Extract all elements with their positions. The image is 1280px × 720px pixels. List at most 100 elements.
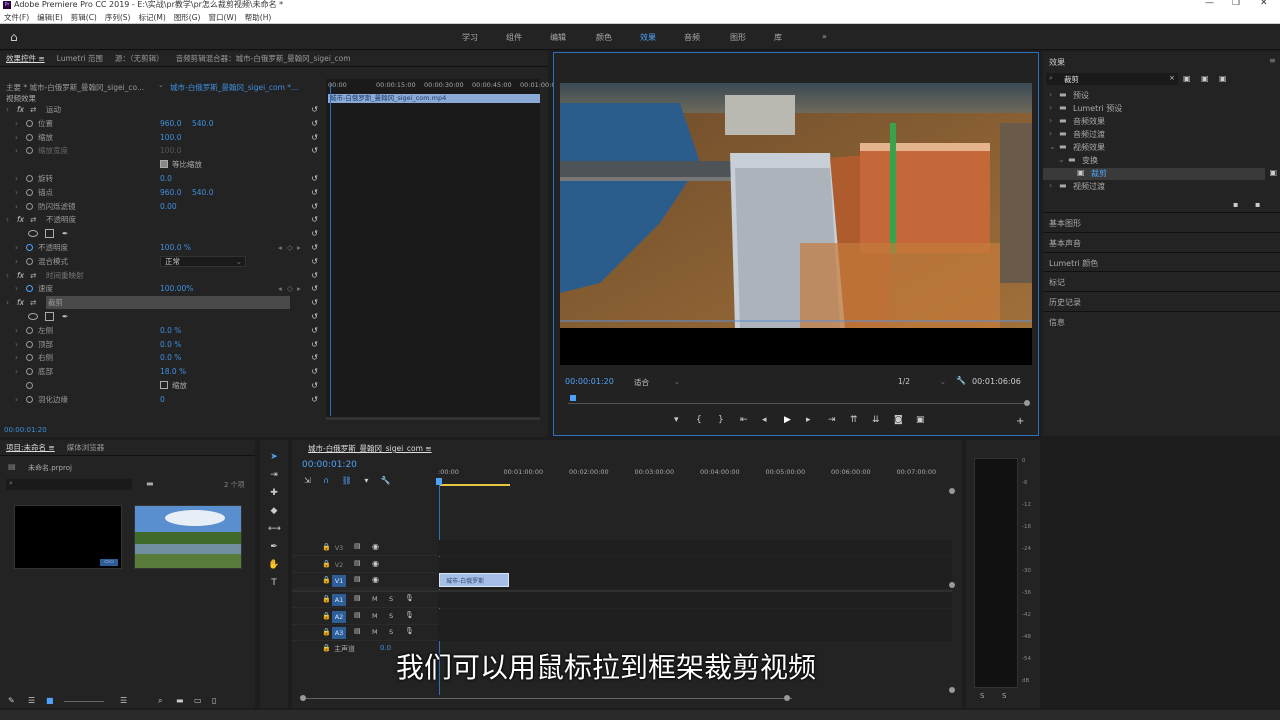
workspace-tab[interactable]: 组件 (506, 32, 522, 43)
yuv-effects-icon[interactable]: ▣ (1219, 74, 1227, 83)
property-value[interactable]: 960.0 (160, 186, 181, 199)
stopwatch-icon[interactable] (26, 354, 33, 362)
stopwatch-icon[interactable] (26, 326, 33, 334)
timeline-hscroll-right[interactable] (784, 695, 790, 701)
expand-icon[interactable]: ⌄ (1049, 142, 1056, 151)
expand-icon[interactable]: › (15, 393, 18, 406)
new-bin-icon[interactable]: ▬ (176, 696, 184, 705)
collapsed-panel[interactable]: 信息 (1043, 311, 1280, 330)
fx-badge-icon[interactable]: fx (17, 213, 24, 226)
effect-property-row[interactable]: ✒ ↺ (0, 310, 322, 323)
workspace-tab[interactable]: 图形 (730, 32, 746, 43)
sync-lock-icon[interactable]: ▤ (354, 559, 361, 567)
track-label[interactable]: V1 (332, 575, 346, 587)
effect-property-row[interactable]: › 左侧 0.0 % ↺ (0, 324, 322, 337)
extract-icon[interactable]: ⇊ (872, 415, 880, 425)
property-value[interactable]: 100.00% (160, 282, 193, 295)
stopwatch-icon[interactable] (26, 188, 33, 196)
effect-property-row[interactable]: › 速度 100.00% ◂ ◇ ▸ ↺ (0, 282, 322, 295)
expand-icon[interactable]: › (15, 186, 18, 199)
expand-icon[interactable]: › (15, 172, 18, 185)
effect-property-row[interactable]: › 顶部 0.0 % ↺ (0, 338, 322, 351)
add-marker-icon[interactable]: ▾ (364, 476, 368, 485)
stopwatch-icon[interactable] (26, 119, 33, 127)
export-frame-icon[interactable]: ◙ (894, 415, 903, 425)
program-scrub-end[interactable] (1024, 400, 1030, 406)
lock-icon[interactable]: 🔒 (322, 595, 331, 603)
expand-icon[interactable]: › (1049, 90, 1052, 99)
effect-tree-item[interactable]: › ▬ Lumetri 预设 (1043, 103, 1265, 115)
track-lane[interactable] (438, 625, 952, 641)
sequence-tab[interactable]: 城市-白俄罗斯_曼翰冈_sigei_com ≡ (308, 443, 432, 454)
track-select-tool-icon[interactable]: ⇥ (268, 470, 280, 482)
effect-playhead[interactable] (330, 84, 331, 416)
effect-property-row[interactable]: › 位置 960.0 540.0 ↺ (0, 117, 322, 130)
project-search-input[interactable]: ⌕ (6, 479, 132, 490)
program-timecode[interactable]: 00:00:01:20 (565, 377, 614, 386)
menu-item[interactable]: 标记(M) (138, 11, 165, 24)
expand-icon[interactable]: › (15, 282, 18, 295)
effect-property-row[interactable]: › 底部 18.0 % ↺ (0, 365, 322, 378)
reset-icon[interactable]: ↺ (311, 131, 318, 144)
new-item-icon[interactable]: ▭ (194, 696, 202, 705)
master-clip-select[interactable]: 主要 * 城市-白俄罗斯_曼翰冈_sigei_co... (6, 82, 144, 93)
blend-mode-select[interactable]: 正常 ⌄ (160, 255, 246, 267)
menu-item[interactable]: 图形(G) (174, 11, 201, 24)
slip-tool-icon[interactable]: ⟷ (268, 524, 281, 536)
panel-tab[interactable]: 音频剪辑混合器：城市-白俄罗斯_曼翰冈_sigei_com (176, 51, 351, 66)
home-icon[interactable]: ⌂ (10, 30, 24, 44)
zoom-slider[interactable] (64, 701, 104, 702)
workspace-tab[interactable]: 学习 (462, 32, 478, 43)
property-value-2[interactable]: 540.0 (192, 117, 213, 130)
checkbox[interactable] (160, 381, 168, 389)
stopwatch-icon[interactable] (26, 340, 33, 348)
play-icon[interactable]: ▶ (784, 415, 791, 425)
expand-icon[interactable]: › (15, 351, 18, 364)
timeline-hscroll[interactable] (302, 698, 792, 699)
effect-property-row[interactable]: › 缩放宽度 100.0 ↺ (0, 144, 322, 157)
go-to-out-icon[interactable]: ⇥ (828, 415, 836, 425)
panel-menu-icon[interactable]: ≡ (1269, 56, 1276, 65)
effect-tree-item[interactable]: ⌄ ▬ 视频效果 (1043, 142, 1265, 154)
menu-item[interactable]: 帮助(H) (245, 11, 272, 24)
button-editor-icon[interactable]: + (1016, 416, 1024, 427)
collapsed-panel[interactable]: 历史记录 (1043, 291, 1280, 310)
expand-icon[interactable]: › (15, 144, 18, 157)
track-lane[interactable] (438, 540, 952, 556)
property-value[interactable]: 100.0 (160, 131, 181, 144)
eye-icon[interactable]: ◉ (372, 542, 379, 551)
effect-property-row[interactable]: › fx ⇄ 不透明度 ↺ (0, 213, 322, 226)
reset-icon[interactable]: ↺ (311, 310, 318, 323)
microphone-icon[interactable]: 🎙 (405, 611, 414, 619)
expand-icon[interactable]: › (1049, 103, 1052, 112)
track-lane[interactable] (438, 556, 952, 573)
compare-icon[interactable]: ▣ (916, 415, 925, 425)
expand-icon[interactable]: ⌄ (1058, 155, 1065, 164)
reset-icon[interactable]: ↺ (311, 144, 318, 157)
ripple-edit-tool-icon[interactable]: ✚ (268, 488, 280, 500)
sequence-thumbnail[interactable]: ▭▭ (14, 505, 122, 569)
stopwatch-icon[interactable] (26, 395, 33, 403)
reset-icon[interactable]: ↺ (311, 282, 318, 295)
lock-icon[interactable]: 🔒 (322, 612, 331, 620)
mute-button[interactable]: M (372, 628, 378, 636)
expand-icon[interactable]: › (15, 338, 18, 351)
reset-icon[interactable]: ↺ (311, 241, 318, 254)
timeline-hscroll-left[interactable] (300, 695, 306, 701)
effect-property-row[interactable]: › 混合模式 正常 ⌄ ↺ (0, 255, 322, 268)
workspace-tab[interactable]: 库 (774, 32, 782, 43)
microphone-icon[interactable]: 🎙 (405, 594, 414, 602)
pen-mask-icon[interactable]: ✒ (62, 310, 68, 323)
clear-search-icon[interactable]: × (1169, 74, 1175, 82)
track-label[interactable]: A3 (332, 627, 346, 639)
add-keyframe-icon[interactable]: ◇ (287, 241, 293, 254)
workspace-tab[interactable]: 颜色 (596, 32, 612, 43)
lock-icon[interactable]: 🔒 (322, 560, 331, 568)
effect-property-row[interactable]: ✒ ↺ (0, 227, 322, 240)
reset-icon[interactable]: ↺ (311, 213, 318, 226)
clip-thumbnail[interactable] (134, 505, 242, 569)
track-label[interactable]: A1 (332, 594, 346, 606)
track-lane[interactable] (438, 608, 952, 625)
lock-icon[interactable]: 🔒 (322, 628, 331, 636)
panel-tab[interactable]: 效果控件 ≡ (6, 51, 45, 66)
